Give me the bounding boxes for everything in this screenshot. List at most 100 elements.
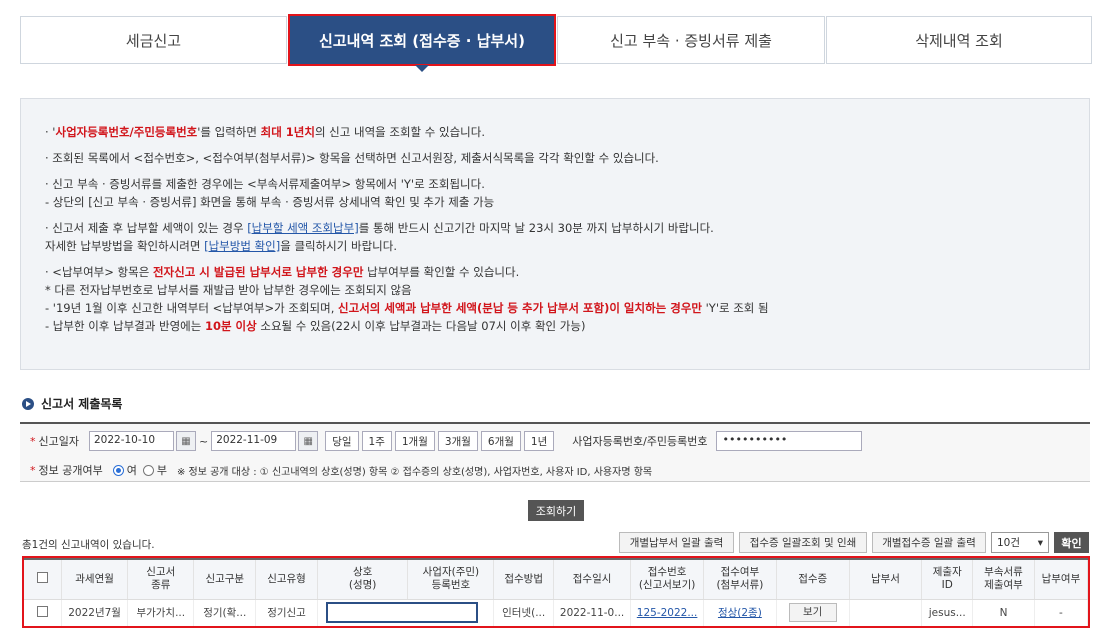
col-header: 사업자(주민) 등록번호 (407, 558, 495, 600)
date-row: * 신고일자 2022-10-10 ▦ ~ 2022-11-09 ▦ 당일 1주… (30, 431, 862, 451)
col-header: 신고구분 (193, 558, 257, 600)
tab-label: 세금신고 (125, 31, 182, 50)
tab-bar: 세금신고 신고내역 조회 (접수증 · 납부서) 신고 부속 · 증빙서류 제출… (20, 14, 1092, 72)
results-table: 과세연월 신고서 종류 신고구분 신고유형 상호 (성명) 사업자(주민) 등록… (22, 556, 1090, 628)
info-text: 소요될 수 있음(22시 이후 납부결과는 다음날 07시 이후 확인 가능) (256, 319, 586, 333)
col-header: 납부여부 (1034, 558, 1089, 600)
info-line-1: · '사업자등록번호/주민등록번호'를 입력하면 최대 1년치의 신고 내역을 … (45, 125, 1089, 140)
tab-filing-history[interactable]: 신고내역 조회 (접수증 · 납부서) (288, 14, 556, 72)
info-line-10: - 납부한 이후 납부결과 반영에는 10분 이상 소요될 수 있음(22시 이… (45, 319, 1089, 334)
info-text: - '19년 1월 이후 신고한 내역부터 <납부여부>가 조회되며, (45, 301, 339, 315)
status-link[interactable]: 정상(2종) (718, 607, 762, 619)
tab-label: 삭제내역 조회 (915, 31, 1003, 50)
period-1month-button[interactable]: 1개월 (394, 431, 435, 451)
date-from-input[interactable]: 2022-10-10 (88, 431, 174, 451)
cell-datetime: 2022-11-0... (553, 599, 632, 626)
info-line-9: - '19년 1월 이후 신고한 내역부터 <납부여부>가 조회되며, 신고서의… (45, 301, 1089, 316)
page-size-value: 10건 (997, 537, 1021, 549)
period-today-button[interactable]: 당일 (325, 431, 359, 451)
info-text: - 납부한 이후 납부결과 반영에는 (45, 319, 205, 333)
info-text: · 신고서 제출 후 납부할 세액이 있는 경우 (45, 221, 248, 235)
cell-status: 정상(2종) (703, 599, 777, 626)
search-button[interactable]: 조회하기 (528, 500, 584, 521)
cell-submitter: jesus... (921, 599, 974, 626)
cell-paid: - (1034, 599, 1089, 626)
public-row: * 정보 공개여부 여 부 ※ 정보 공개 대상 : ① 신고내역의 상호(성명… (30, 462, 652, 478)
cell-form: 부가가치... (127, 599, 195, 626)
row-select-cell (24, 599, 62, 626)
col-header: 납부서 (849, 558, 923, 600)
calendar-icon[interactable]: ▦ (298, 431, 319, 451)
tax-payment-link[interactable]: [납부할 세액 조회납부] (247, 221, 359, 235)
info-highlight: 최대 1년치 (260, 125, 315, 139)
col-header: 제출자 ID (921, 558, 974, 600)
radio-no-label: 부 (156, 464, 167, 477)
name-field[interactable] (325, 602, 478, 624)
payment-method-link[interactable]: [납부방법 확인] (204, 239, 280, 253)
info-text: '를 입력하면 (197, 125, 261, 139)
select-all-header (24, 558, 62, 600)
info-text: 납부여부를 확인할 수 있습니다. (363, 265, 520, 279)
info-line-3: · 신고 부속 · 증빙서류를 제출한 경우에는 <부속서류제출여부> 항목에서… (45, 177, 485, 191)
confirm-button[interactable]: 확인 (1054, 532, 1089, 553)
info-text: 자세한 납부방법을 확인하시려면 (45, 239, 205, 253)
period-3month-button[interactable]: 3개월 (437, 431, 478, 451)
col-header: 접수방법 (493, 558, 554, 600)
info-line-6: 자세한 납부방법을 확인하시려면 [납부방법 확인]을 클릭하시기 바랍니다. (45, 239, 1089, 254)
tab-tax-filing[interactable]: 세금신고 (20, 16, 287, 64)
period-1week-button[interactable]: 1주 (361, 431, 392, 451)
info-line-7: · <납부여부> 항목은 전자신고 시 발급된 납부서로 납부한 경우만 납부여… (45, 265, 1089, 280)
radio-no[interactable] (142, 464, 154, 476)
info-text: · <납부여부> 항목은 (45, 265, 153, 279)
cell-payment (849, 599, 923, 626)
period-1year-button[interactable]: 1년 (523, 431, 555, 451)
tab-attachments-submit[interactable]: 신고 부속 · 증빙서류 제출 (557, 16, 825, 64)
info-highlight: 10분 이상 (204, 319, 257, 333)
individual-receipt-print-button[interactable]: 개별접수증 일괄 출력 (872, 532, 986, 553)
period-6month-button[interactable]: 6개월 (480, 431, 521, 451)
col-header: 부속서류 제출여부 (972, 558, 1035, 600)
col-header: 접수여부 (첨부서류) (703, 558, 777, 600)
receipt-number-link[interactable]: 125-2022... (637, 607, 698, 619)
radio-yes-label: 여 (126, 464, 137, 477)
section-title-text: 신고서 제출목록 (41, 397, 123, 411)
cell-type: 정기신고 (255, 599, 318, 626)
id-number-input[interactable]: •••••••••• (715, 431, 862, 451)
cell-attach: N (972, 599, 1035, 626)
info-highlight: 신고서의 세액과 납부한 세액(분납 등 추가 납부서 포함)이 일치하는 경우… (338, 301, 702, 315)
table-row: 2022년7월 부가가치... 정기(확... 정기신고 인터넷(... 202… (24, 599, 1089, 626)
tab-label: 신고 부속 · 증빙서류 제출 (610, 31, 772, 50)
col-header: 접수일시 (553, 558, 632, 600)
tab-deleted-history[interactable]: 삭제내역 조회 (826, 16, 1092, 64)
col-header: 접수증 (776, 558, 850, 600)
calendar-icon[interactable]: ▦ (175, 431, 196, 451)
info-highlight: 사업자등록번호/주민등록번호 (55, 125, 198, 139)
chevron-down-icon: ▾ (1037, 536, 1043, 549)
info-text: 을 클릭하시기 바랍니다. (280, 239, 397, 253)
row-checkbox[interactable] (37, 605, 48, 617)
info-highlight: 전자신고 시 발급된 납부서로 납부한 경우만 (152, 265, 364, 279)
arrow-circle-icon (22, 397, 34, 410)
bulk-payment-print-button[interactable]: 개별납부서 일괄 출력 (619, 532, 734, 553)
info-notice-box: · '사업자등록번호/주민등록번호'를 입력하면 최대 1년치의 신고 내역을 … (20, 98, 1090, 370)
col-header: 상호 (성명) (317, 558, 409, 600)
page-size-select[interactable]: 10건 ▾ (991, 532, 1049, 553)
section-title: 신고서 제출목록 (22, 395, 122, 412)
col-header: 접수번호 (신고서보기) (630, 558, 704, 600)
cell-name-regno (317, 599, 495, 626)
range-separator: ~ (198, 434, 209, 448)
date-to-input[interactable]: 2022-11-09 (211, 431, 297, 451)
radio-yes[interactable] (112, 464, 124, 476)
info-text: 'Y'로 조회 됨 (701, 301, 769, 315)
tab-label: 신고내역 조회 (접수증 · 납부서) (319, 31, 525, 50)
bulk-receipt-print-button[interactable]: 접수증 일괄조회 및 인쇄 (739, 532, 867, 553)
search-form: * 신고일자 2022-10-10 ▦ ~ 2022-11-09 ▦ 당일 1주… (20, 422, 1090, 482)
info-line-2: · 조회된 목록에서 <접수번호>, <접수여부(첨부서류)> 항목을 선택하면… (45, 151, 659, 165)
public-note: ※ 정보 공개 대상 : ① 신고내역의 상호(성명) 항목 ② 접수증의 상호… (176, 466, 653, 478)
info-line-8: * 다른 전자납부번호로 납부서를 재발급 받아 납부한 경우에는 조회되지 않… (45, 283, 412, 297)
select-all-checkbox[interactable] (37, 571, 48, 583)
result-count: 총1건의 신고내역이 있습니다. (22, 539, 155, 551)
view-receipt-button[interactable]: 보기 (788, 603, 837, 623)
id-label: 사업자등록번호/주민등록번호 (572, 435, 708, 448)
cell-receipt-no: 125-2022... (630, 599, 704, 626)
